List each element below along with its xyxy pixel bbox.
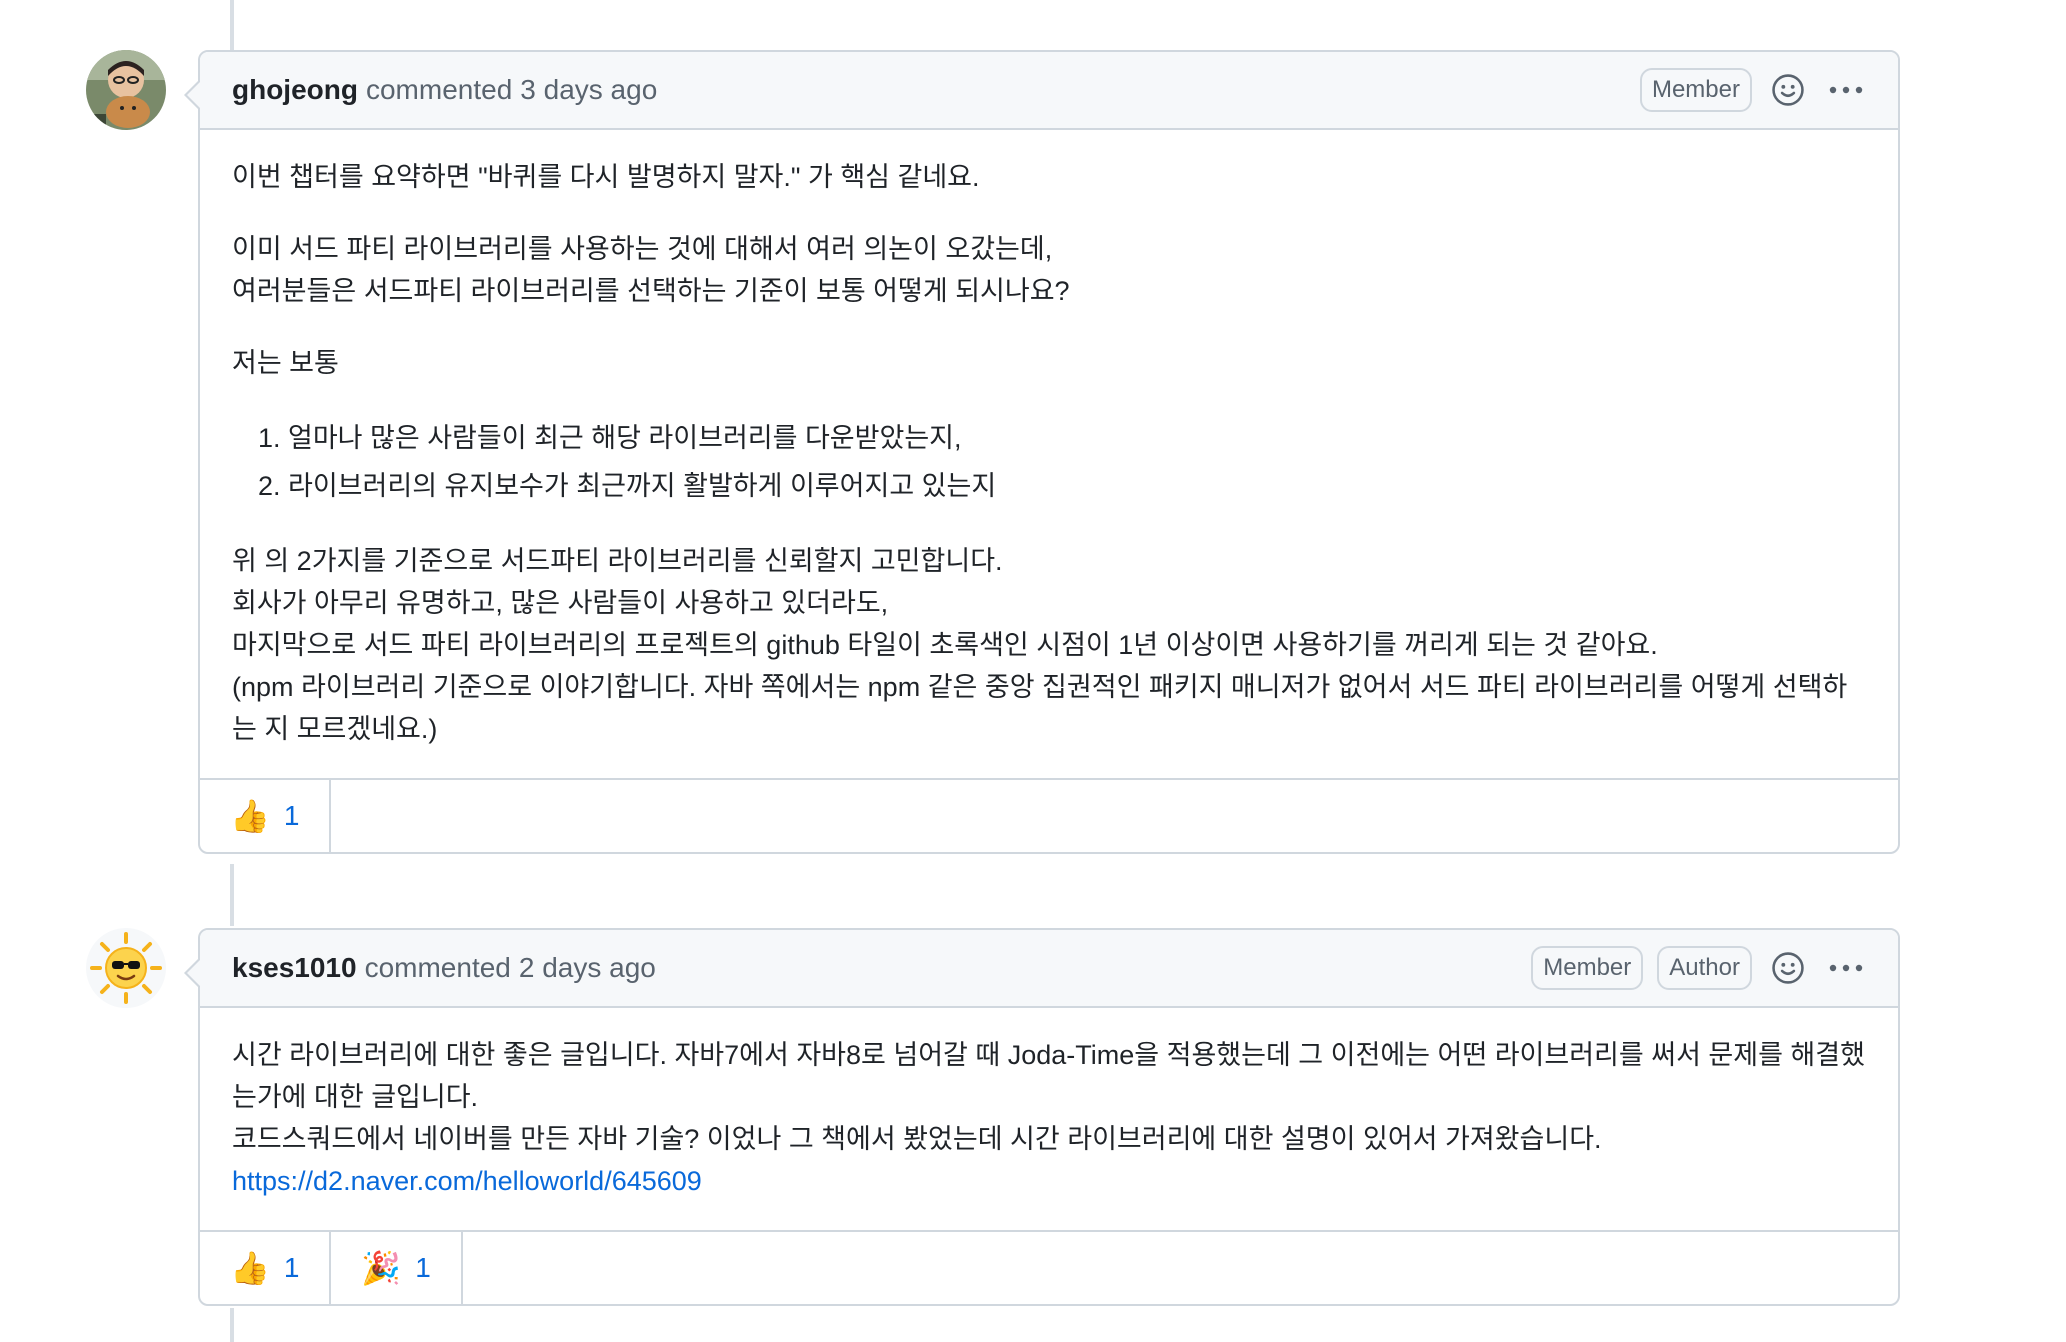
body-line: 위 의 2가지를 기준으로 서드파티 라이브러리를 신뢰할지 고민합니다. bbox=[232, 546, 1003, 576]
body-line: (npm 라이브러리 기준으로 이야기합니다. 자바 쪽에서는 npm 같은 중… bbox=[232, 672, 1848, 744]
comment-ghojeong: ghojeong commented 3 days ago Member 이번 … bbox=[184, 50, 1900, 854]
smiley-icon[interactable] bbox=[1766, 68, 1810, 112]
author-badge: Author bbox=[1657, 946, 1752, 990]
kebab-horizontal-icon[interactable] bbox=[1824, 946, 1868, 990]
member-badge: Member bbox=[1531, 946, 1644, 990]
body-line: 이미 서드 파티 라이브러리를 사용하는 것에 대해서 여러 의논이 오갔는데, bbox=[232, 234, 1053, 264]
smiley-icon[interactable] bbox=[1766, 946, 1810, 990]
avatar-ghojeong[interactable] bbox=[86, 50, 166, 130]
reactions-bar: 👍 1 bbox=[200, 778, 1898, 852]
body-line: 마지막으로 서드 파티 라이브러리의 프로젝트의 github 타일이 초록색인… bbox=[232, 630, 1658, 660]
thumbs-up-icon: 👍 bbox=[230, 1250, 270, 1286]
list-item: 얼마나 많은 사람들이 최근 해당 라이브러리를 다운받았는지, bbox=[288, 414, 1868, 462]
list-item: 라이브러리의 유지보수가 최근까지 활발하게 이루어지고 있는지 bbox=[288, 462, 1868, 510]
comment-kses1010: kses1010 commented 2 days ago Member Aut… bbox=[184, 928, 1900, 1306]
comment-author[interactable]: ghojeong bbox=[232, 74, 358, 106]
comment-header: ghojeong commented 3 days ago Member bbox=[200, 52, 1898, 130]
avatar-kses1010[interactable] bbox=[86, 928, 166, 1008]
body-line: 코드스쿼드에서 네이버를 만든 자바 기술? 이었나 그 책에서 봤었는데 시간… bbox=[232, 1124, 1602, 1154]
timeline-line-bottom bbox=[230, 1308, 234, 1342]
comment-header: kses1010 commented 2 days ago Member Aut… bbox=[200, 930, 1898, 1008]
thumbs-up-icon: 👍 bbox=[230, 798, 270, 834]
timeline-line-middle bbox=[230, 864, 234, 926]
reaction-tada[interactable]: 🎉 1 bbox=[331, 1232, 463, 1304]
numbered-list: 얼마나 많은 사람들이 최근 해당 라이브러리를 다운받았는지, 라이브러리의 … bbox=[232, 414, 1868, 510]
body-paragraph: 이미 서드 파티 라이브러리를 사용하는 것에 대해서 여러 의논이 오갔는데,… bbox=[232, 228, 1868, 312]
kebab-horizontal-icon[interactable] bbox=[1824, 68, 1868, 112]
comment-header-actions: Member bbox=[1639, 68, 1868, 112]
body-line: 여러분들은 서드파티 라이브러리를 선택하는 기준이 보통 어떻게 되시나요? bbox=[232, 276, 1070, 306]
comment-author[interactable]: kses1010 bbox=[232, 952, 357, 984]
reactions-bar: 👍 1 🎉 1 bbox=[200, 1230, 1898, 1304]
body-paragraph: 저는 보통 bbox=[232, 348, 339, 378]
timeline-line-top bbox=[230, 0, 234, 52]
body-paragraph: 위 의 2가지를 기준으로 서드파티 라이브러리를 신뢰할지 고민합니다. 회사… bbox=[232, 540, 1868, 750]
body-paragraph: 시간 라이브러리에 대한 좋은 글입니다. 자바7에서 자바8로 넘어갈 때 J… bbox=[232, 1034, 1868, 1202]
commented-label: commented bbox=[365, 74, 513, 105]
comment-body: 이번 챕터를 요약하면 "바퀴를 다시 발명하지 말자." 가 핵심 같네요. … bbox=[200, 130, 1898, 778]
body-paragraph: 이번 챕터를 요약하면 "바퀴를 다시 발명하지 말자." 가 핵심 같네요. bbox=[232, 162, 980, 192]
comment-timestamp[interactable]: 2 days ago bbox=[519, 952, 656, 984]
reaction-thumbs-up[interactable]: 👍 1 bbox=[200, 1232, 332, 1304]
sun-with-sunglasses-icon bbox=[90, 932, 162, 1004]
comment-timestamp[interactable]: 3 days ago bbox=[520, 74, 657, 106]
reaction-count: 1 bbox=[283, 1252, 300, 1283]
body-line: 시간 라이브러리에 대한 좋은 글입니다. 자바7에서 자바8로 넘어갈 때 J… bbox=[232, 1040, 1865, 1112]
reaction-count: 1 bbox=[283, 800, 300, 831]
tada-icon: 🎉 bbox=[361, 1250, 402, 1286]
external-link[interactable]: https://d2.naver.com/helloworld/645609 bbox=[232, 1166, 702, 1196]
comment-header-actions: Member Author bbox=[1531, 946, 1868, 990]
reaction-count: 1 bbox=[415, 1252, 431, 1283]
comment-body: 시간 라이브러리에 대한 좋은 글입니다. 자바7에서 자바8로 넘어갈 때 J… bbox=[200, 1008, 1898, 1230]
avatar-photo bbox=[86, 50, 166, 130]
member-badge: Member bbox=[1639, 68, 1752, 112]
commented-label: commented bbox=[364, 952, 511, 983]
body-line: 회사가 아무리 유명하고, 많은 사람들이 사용하고 있더라도, bbox=[232, 588, 889, 618]
reaction-thumbs-up[interactable]: 👍 1 bbox=[200, 780, 332, 852]
